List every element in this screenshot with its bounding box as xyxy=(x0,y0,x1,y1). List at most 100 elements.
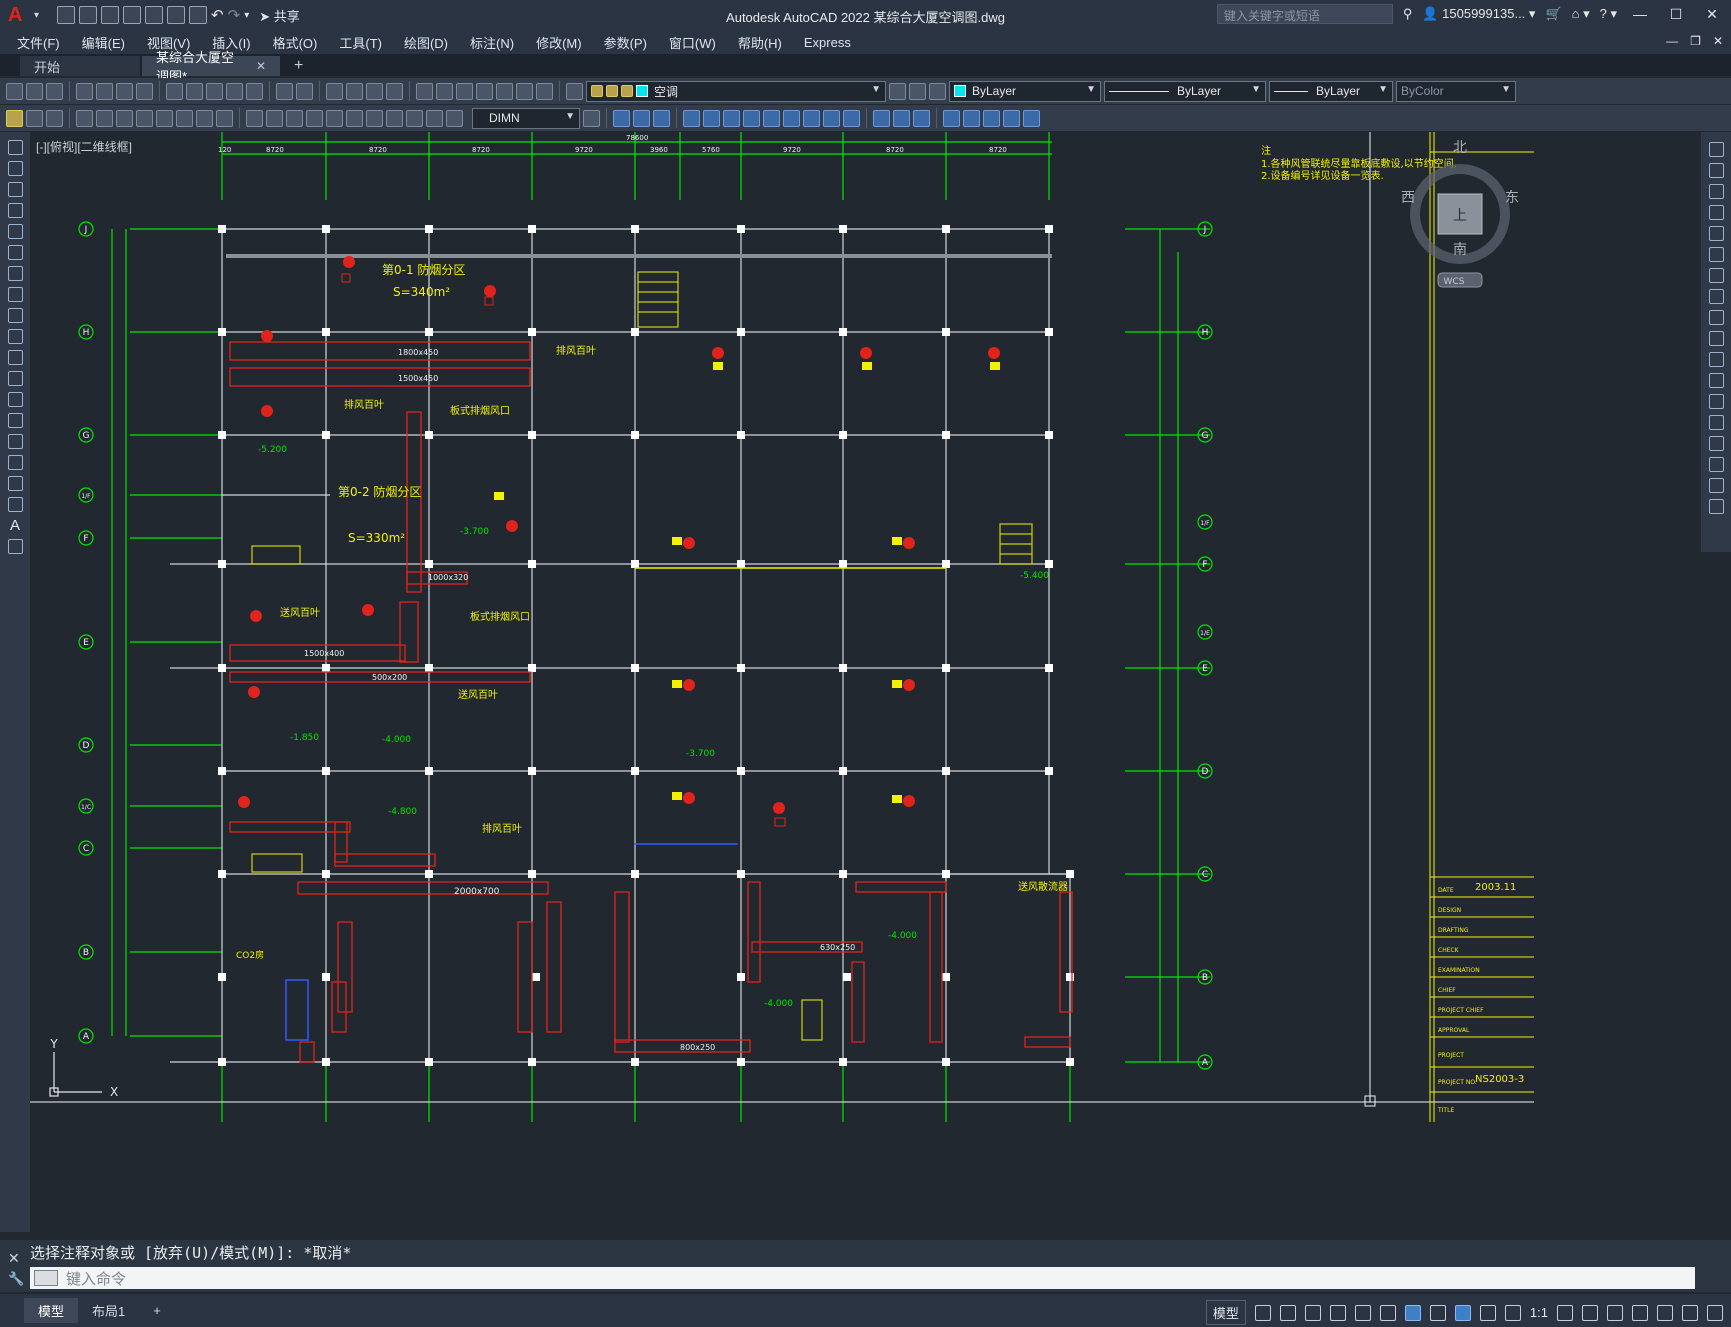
rectangle-icon[interactable] xyxy=(7,224,23,239)
menu-express[interactable]: Express xyxy=(793,35,862,50)
menu-edit[interactable]: 编辑(E) xyxy=(71,33,136,52)
viewcube-north-label[interactable]: 北 xyxy=(1453,140,1467,156)
app-menu-arrow-icon[interactable]: ▾ xyxy=(34,10,39,21)
doc-close-button[interactable]: ✕ xyxy=(1713,34,1723,48)
annotation-monitor-icon[interactable] xyxy=(1454,1304,1471,1321)
zoom-previous-icon[interactable] xyxy=(386,82,403,100)
aligned-dim-icon[interactable] xyxy=(96,109,113,127)
undo-icon[interactable] xyxy=(276,82,293,100)
baseline-dim-icon[interactable] xyxy=(266,109,283,127)
plot-icon[interactable] xyxy=(76,82,93,100)
tab-model[interactable]: 模型 xyxy=(24,1298,79,1323)
color-dropdown[interactable]: ByLayer ▼ xyxy=(949,80,1101,102)
center-mark-icon[interactable] xyxy=(366,109,383,127)
join-icon[interactable] xyxy=(843,109,860,127)
auto-scale-icon[interactable] xyxy=(1504,1304,1521,1321)
extend-icon[interactable] xyxy=(803,109,820,127)
polygon-icon[interactable] xyxy=(7,203,23,218)
calculator-icon[interactable] xyxy=(516,82,533,100)
bring-front-icon[interactable] xyxy=(963,109,980,127)
add-layout-button[interactable]: + xyxy=(139,1300,175,1321)
construction-line-icon[interactable] xyxy=(7,161,23,176)
help-icon[interactable]: ? ▾ xyxy=(1600,6,1617,22)
text-front-icon[interactable] xyxy=(1003,109,1020,127)
help-icon[interactable] xyxy=(536,82,553,100)
quick-dim-icon[interactable] xyxy=(246,109,263,127)
block-editor-icon[interactable] xyxy=(246,82,263,100)
match-properties-icon[interactable] xyxy=(226,82,243,100)
close-window-button[interactable]: ✕ xyxy=(1699,6,1725,23)
break-at-point-icon[interactable] xyxy=(1708,373,1724,388)
menu-format[interactable]: 格式(O) xyxy=(262,33,329,52)
explode-icon[interactable] xyxy=(1708,499,1724,514)
region-icon[interactable] xyxy=(7,476,23,491)
arc-icon[interactable] xyxy=(7,245,23,260)
break-icon[interactable] xyxy=(1708,394,1724,409)
menu-window[interactable]: 窗口(W) xyxy=(658,33,727,52)
viewport-controls-label[interactable]: [-][俯视][二维线框] xyxy=(36,138,132,155)
zoom-realtime-icon[interactable] xyxy=(346,82,363,100)
move-icon[interactable] xyxy=(1708,247,1724,262)
close-icon[interactable]: ✕ xyxy=(256,59,266,73)
command-prompt-icon[interactable] xyxy=(34,1270,58,1286)
sheet-set-icon[interactable] xyxy=(476,82,493,100)
share-button[interactable]: ➤ 共享 xyxy=(259,6,300,25)
copy-icon[interactable] xyxy=(1708,163,1724,178)
move-icon[interactable] xyxy=(703,109,720,127)
menu-file[interactable]: 文件(F) xyxy=(6,33,71,52)
markup-icon[interactable] xyxy=(496,82,513,100)
rotate-icon[interactable] xyxy=(723,109,740,127)
new-tab-button[interactable]: + xyxy=(282,56,315,76)
fullscreen-icon[interactable] xyxy=(1682,1304,1698,1321)
layer-lock-icon[interactable] xyxy=(621,85,633,97)
gradient-icon[interactable] xyxy=(7,455,23,470)
paste-icon[interactable] xyxy=(206,82,223,100)
tool-palettes-icon[interactable] xyxy=(456,82,473,100)
mirror-icon[interactable] xyxy=(633,109,650,127)
dim-text-edit-icon[interactable] xyxy=(446,109,463,127)
ordinate-dim-icon[interactable] xyxy=(136,109,153,127)
minimize-button[interactable]: — xyxy=(1627,6,1653,22)
explode-icon[interactable] xyxy=(913,109,930,127)
send-back-icon[interactable] xyxy=(983,109,1000,127)
trim-icon[interactable] xyxy=(1708,331,1724,346)
linear-dim-icon[interactable] xyxy=(76,109,93,127)
hatch-back-icon[interactable] xyxy=(1023,109,1040,127)
qat-customize-icon[interactable]: ▾ xyxy=(244,10,249,21)
array-icon[interactable] xyxy=(683,109,700,127)
dim-break-icon[interactable] xyxy=(326,109,343,127)
menu-parametric[interactable]: 参数(P) xyxy=(593,33,658,52)
menu-tools[interactable]: 工具(T) xyxy=(328,33,393,52)
open-file-icon[interactable] xyxy=(79,6,98,24)
close-icon[interactable]: ✕ xyxy=(8,1250,20,1267)
tolerance-icon[interactable] xyxy=(346,109,363,127)
units-icon[interactable] xyxy=(1607,1304,1623,1321)
trim-icon[interactable] xyxy=(783,109,800,127)
annotation-scale[interactable]: 1:1 xyxy=(1530,1305,1548,1320)
wrench-icon[interactable]: 🔧 xyxy=(8,1271,24,1287)
add-selected-icon[interactable] xyxy=(7,539,23,554)
gear-icon[interactable] xyxy=(1557,1304,1573,1321)
customize-menu-icon[interactable] xyxy=(1707,1304,1723,1321)
save-as-icon[interactable] xyxy=(123,6,142,24)
save-web-icon[interactable] xyxy=(167,6,186,24)
layer-freeze-icon[interactable] xyxy=(606,85,618,97)
object-snap-icon[interactable] xyxy=(1404,1304,1421,1321)
line-icon[interactable] xyxy=(7,140,23,155)
insert-block-icon[interactable] xyxy=(7,371,23,386)
undo-icon[interactable]: ↶ xyxy=(211,6,224,24)
mtext-icon[interactable]: A xyxy=(10,518,20,533)
spline-icon[interactable] xyxy=(7,308,23,323)
draw-order-icon[interactable] xyxy=(943,109,960,127)
offset-icon[interactable] xyxy=(653,109,670,127)
3d-print-icon[interactable] xyxy=(136,82,153,100)
save-icon[interactable] xyxy=(101,6,120,24)
open-web-icon[interactable] xyxy=(145,6,164,24)
viewcube-south-label[interactable]: 南 xyxy=(1453,242,1467,258)
user-account-button[interactable]: 👤 1505999135... ▾ xyxy=(1422,6,1535,22)
a360-icon[interactable]: ⌂ ▾ xyxy=(1572,6,1590,22)
help-search-input[interactable]: 键入关键字或短语 xyxy=(1216,4,1393,24)
stretch-icon[interactable] xyxy=(763,109,780,127)
redo-icon[interactable]: ↷ xyxy=(228,6,241,24)
drawing-viewport[interactable]: 120 8720 8720 8720 9720 3960 5760 9720 8… xyxy=(30,132,1701,1232)
